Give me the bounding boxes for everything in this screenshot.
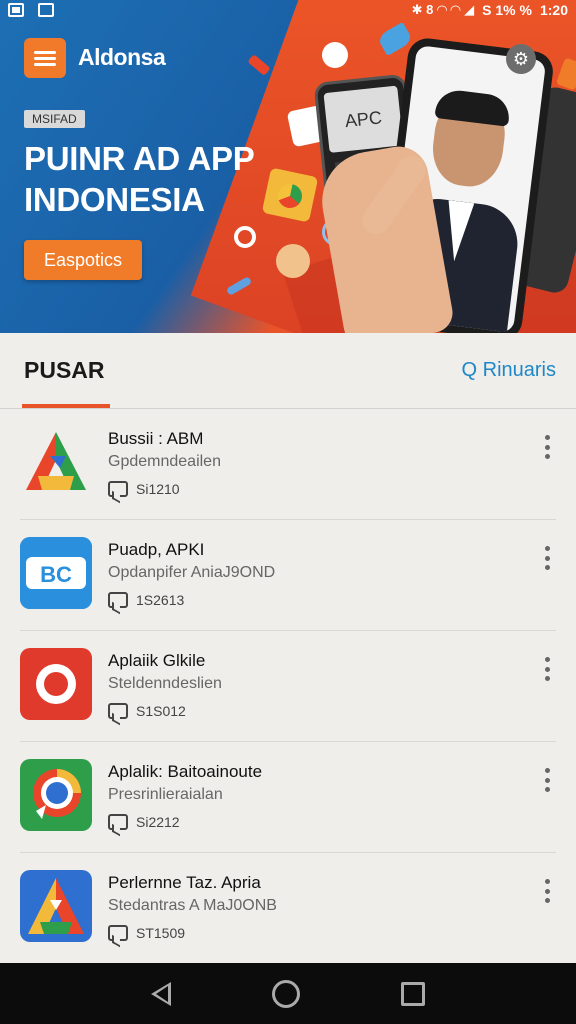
- colorful-dots-icon: [322, 42, 348, 68]
- app-meta-value: 1S2613: [136, 592, 185, 608]
- tab-bar: PUSAR Q Rinuaris: [0, 333, 576, 409]
- more-options-icon[interactable]: [542, 879, 552, 903]
- pill-icon: [247, 54, 271, 76]
- banner-cta-button[interactable]: Easpotics: [24, 240, 142, 280]
- app-meta: Si1210: [108, 481, 180, 497]
- tri-color-a-icon: [20, 426, 92, 498]
- keyboard-phone-screen: APC: [323, 85, 404, 153]
- bc-icon: BC: [20, 537, 92, 609]
- system-nav-bar: [0, 963, 576, 1024]
- app-meta-value: S1S012: [136, 703, 186, 719]
- brand-name: Aldonsa: [78, 44, 166, 70]
- headline-line-1: PUINR AD APP: [24, 140, 255, 177]
- settings-icon[interactable]: ⚙: [506, 44, 536, 74]
- avatar-sticker-icon: [276, 244, 310, 278]
- search-link[interactable]: Q Rinuaris: [462, 359, 556, 382]
- headline-line-2: INDONESIA: [24, 181, 205, 218]
- app-subtitle: Steldenndeslien: [108, 675, 222, 692]
- comment-icon: [108, 703, 128, 719]
- more-options-icon[interactable]: [542, 546, 552, 570]
- list-item[interactable]: Aplalik: Baitoainoute Presrinlieraialan …: [20, 742, 556, 853]
- list-item[interactable]: Perlernne Taz. Apria Stedantras A MaJ0ON…: [20, 853, 556, 964]
- svg-text:BC: BC: [40, 562, 72, 587]
- app-meta: S1S012: [108, 703, 186, 719]
- status-bar: ✱ 8 ◠ ◠ ◢ S 1% % 1:20: [0, 0, 576, 20]
- clock: 1:20: [539, 2, 568, 18]
- tab-pusar[interactable]: PUSAR: [24, 357, 105, 384]
- app-title: Aplalik: Baitoainoute: [108, 762, 263, 781]
- promo-banner[interactable]: Aldonsa MSIFAD PUINR AD APP INDONESIA Ea…: [0, 0, 576, 333]
- app-subtitle: Stedantras A MaJ0ONB: [108, 897, 277, 914]
- app-meta-value: Si1210: [136, 481, 180, 497]
- blue-a-icon: [20, 870, 92, 942]
- comment-icon: [108, 925, 128, 941]
- app-list: Bussii : ABM Gpdemndeailen Si1210 BC Pua…: [0, 409, 576, 964]
- list-item[interactable]: Bussii : ABM Gpdemndeailen Si1210: [20, 409, 556, 520]
- status-glyphs: ✱ 8 ◠ ◠ ◢: [411, 2, 475, 17]
- app-meta: ST1509: [108, 925, 185, 941]
- active-tab-indicator: [22, 404, 110, 408]
- home-icon[interactable]: [271, 979, 300, 1008]
- chat-globe-icon: [20, 759, 92, 831]
- more-options-icon[interactable]: [542, 435, 552, 459]
- brand-logo-icon: [24, 38, 66, 78]
- app-subtitle: Presrinlieraialan: [108, 786, 223, 803]
- banner-tag: MSIFAD: [24, 110, 85, 128]
- app-title: Aplaiik Glkile: [108, 651, 206, 670]
- app-meta-value: ST1509: [136, 925, 186, 941]
- app-meta-value: Si2212: [136, 814, 180, 830]
- ring-icon: [234, 226, 256, 248]
- back-icon[interactable]: [150, 981, 171, 1006]
- app-meta: Si2212: [108, 814, 180, 830]
- banner-headline: PUINR AD APP INDONESIA: [24, 138, 255, 220]
- notification-icon: [8, 3, 24, 17]
- screenshot-icon: [38, 3, 54, 17]
- more-options-icon[interactable]: [542, 657, 552, 681]
- app-meta: 1S2613: [108, 592, 184, 608]
- comment-icon: [108, 814, 128, 830]
- comment-icon: [108, 481, 128, 497]
- battery-text: S 1% %: [482, 2, 532, 18]
- list-item[interactable]: BC Puadp, APKI Opdanpifer AniaJ9OND 1S26…: [20, 520, 556, 631]
- app-title: Puadp, APKI: [108, 540, 205, 559]
- comment-icon: [108, 592, 128, 608]
- status-right: ✱ 8 ◠ ◠ ◢ S 1% % 1:20: [412, 2, 568, 18]
- app-title: Perlernne Taz. Apria: [108, 873, 261, 892]
- more-options-icon[interactable]: [542, 768, 552, 792]
- recents-icon[interactable]: [401, 981, 426, 1006]
- red-ring-icon: [20, 648, 92, 720]
- list-item[interactable]: Aplaiik Glkile Steldenndeslien S1S012: [20, 631, 556, 742]
- app-subtitle: Gpdemndeailen: [108, 453, 221, 470]
- status-left-icons: [8, 3, 54, 17]
- app-title: Bussii : ABM: [108, 429, 204, 448]
- app-subtitle: Opdanpifer AniaJ9OND: [108, 564, 276, 581]
